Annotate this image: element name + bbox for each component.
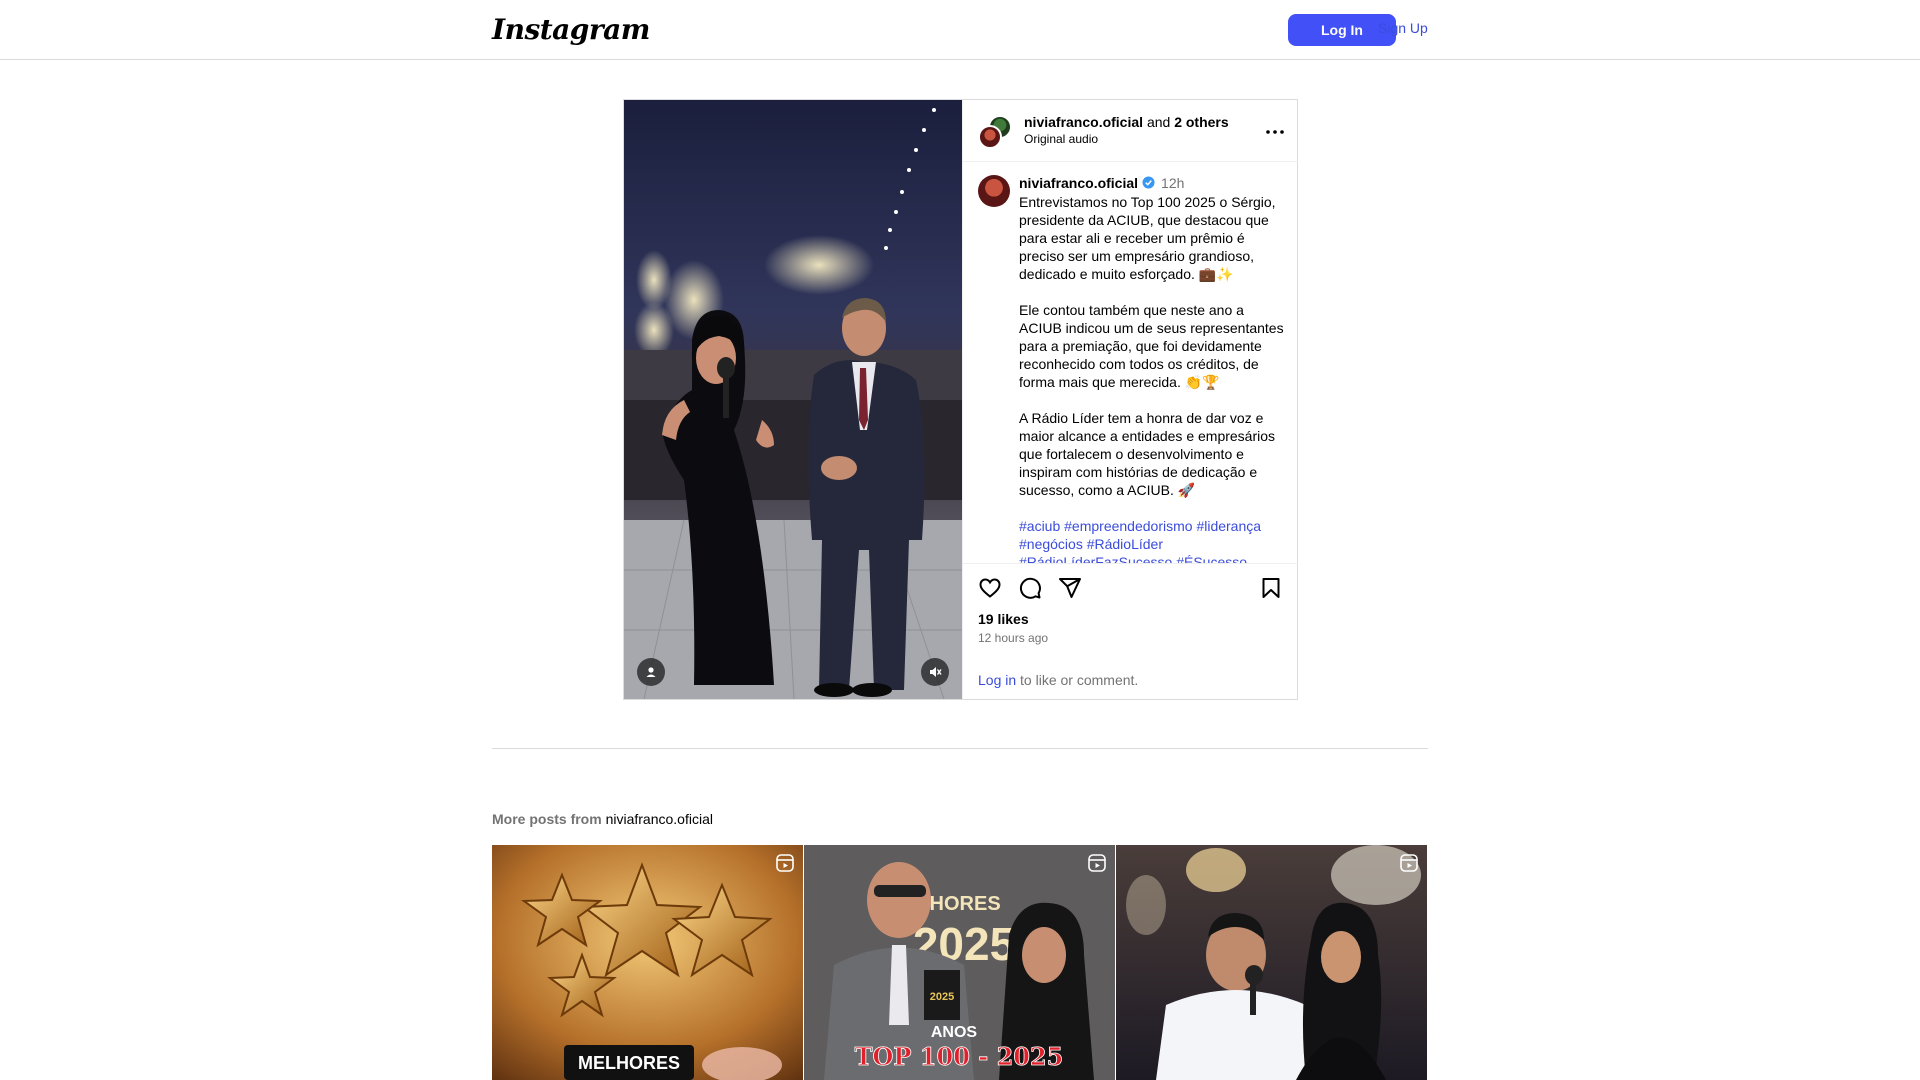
login-to-comment: Log in to like or comment. — [978, 672, 1138, 688]
caption-text: Entrevistamos no Top 100 2025 o Sérgio, … — [1019, 193, 1284, 563]
more-posts-heading: More posts from niviafranco.oficial — [492, 811, 713, 827]
caption-header: niviafranco.oficial 12h — [1019, 175, 1184, 191]
reels-icon — [1400, 854, 1418, 872]
post-actions: 19 likes 12 hours ago Log in to like or … — [963, 563, 1298, 699]
tagged-users-icon[interactable] — [637, 658, 665, 686]
post-thumbnail[interactable]: MELHORES — [492, 845, 803, 1080]
collab-avatars[interactable] — [978, 115, 1012, 149]
caption-paragraph: A Rádio Líder tem a honra de dar voz e m… — [1019, 410, 1276, 498]
signup-link[interactable]: Sign Up — [1378, 20, 1428, 36]
header-joiner: and — [1146, 114, 1171, 130]
caption-hashtags[interactable]: #aciub #empreendedorismo #liderança #neg… — [1019, 517, 1284, 563]
share-icon[interactable] — [1058, 576, 1082, 600]
tile-overlay-top100: TOP 100 - 2025 — [855, 1042, 1064, 1071]
mute-icon[interactable] — [921, 658, 949, 686]
heart-icon[interactable] — [978, 576, 1002, 600]
post-header: niviafranco.oficial and 2 others Origina… — [963, 100, 1298, 162]
svg-text:2025: 2025 — [930, 991, 954, 1003]
caption-section: niviafranco.oficial 12h Entrevistamos no … — [963, 163, 1298, 563]
caption-username[interactable]: niviafranco.oficial — [1019, 175, 1138, 191]
post-timestamp[interactable]: 12 hours ago — [978, 631, 1048, 645]
tile-overlay-anos: ANOS — [931, 1024, 978, 1041]
login-suffix: to like or comment. — [1016, 672, 1139, 688]
thumbnail-image: MELHORES — [492, 845, 803, 1080]
caption-paragraph: Entrevistamos no Top 100 2025 o Sérgio, … — [1019, 194, 1276, 282]
caption-time: 12h — [1161, 175, 1185, 191]
audio-link[interactable]: Original audio — [1024, 132, 1098, 146]
avatar — [978, 125, 1002, 149]
post-video[interactable] — [624, 100, 962, 699]
video-frame — [624, 100, 962, 699]
post-card: niviafranco.oficial and 2 others Origina… — [623, 99, 1298, 700]
reels-icon — [1088, 854, 1106, 872]
bookmark-icon[interactable] — [1259, 576, 1283, 600]
caption-paragraph: Ele contou também que neste ano a ACIUB … — [1019, 302, 1284, 390]
thumbnail-image: MELHORES 2025 2025 ANOS TOP 100 - 2025 — [804, 845, 1115, 1080]
login-link[interactable]: Log in — [978, 672, 1016, 688]
instagram-logo[interactable]: Instagram — [492, 13, 650, 46]
comment-icon[interactable] — [1018, 576, 1042, 600]
header-username[interactable]: niviafranco.oficial — [1024, 114, 1143, 130]
tile-overlay-text: MELHORES — [578, 1053, 680, 1073]
more-posts-prefix: More posts from — [492, 811, 606, 827]
post-thumbnail[interactable]: MELHORES 2025 2025 ANOS TOP 100 - 2025 — [804, 845, 1115, 1080]
top-nav: Instagram Log In Sign Up — [0, 0, 1920, 60]
post-sidebar: niviafranco.oficial and 2 others Origina… — [962, 100, 1298, 699]
header-authors: niviafranco.oficial and 2 others — [1024, 114, 1229, 130]
thumbnail-image — [1116, 845, 1427, 1080]
likes-count[interactable]: 19 likes — [978, 611, 1029, 627]
caption-avatar[interactable] — [978, 175, 1010, 207]
more-posts-username[interactable]: niviafranco.oficial — [606, 811, 713, 827]
more-options-icon[interactable] — [1263, 120, 1287, 144]
post-thumbnail[interactable] — [1116, 845, 1427, 1080]
more-posts-grid: MELHORES MELHORES 2025 2025 ANOS TOP 100… — [492, 845, 1428, 1080]
header-others[interactable]: 2 others — [1174, 114, 1228, 130]
section-divider — [492, 748, 1428, 749]
verified-badge-icon — [1142, 176, 1155, 189]
reels-icon — [776, 854, 794, 872]
